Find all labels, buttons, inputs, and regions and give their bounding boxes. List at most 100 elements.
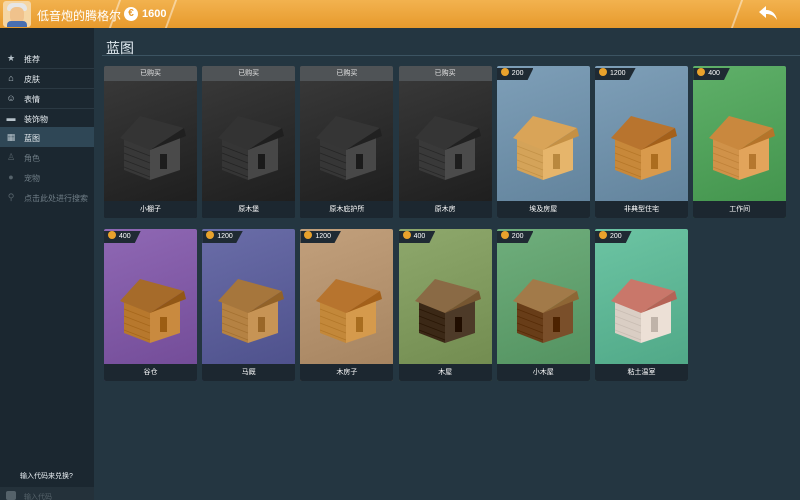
sidebar-item-label: 角色 (24, 154, 40, 163)
blueprint-name: 原木堡 (202, 201, 296, 218)
blueprint-name: 谷仓 (104, 364, 197, 381)
redeem-code-label: 输入代码来兑换? (20, 473, 73, 480)
divider (102, 55, 800, 56)
blueprint-card[interactable]: 400 谷仓 (104, 229, 197, 381)
coin-icon (697, 68, 706, 77)
sofa-icon: ▬ (6, 113, 16, 123)
blueprint-card[interactable]: 1200 马厩 (202, 229, 296, 381)
coin-icon (599, 231, 607, 240)
building-preview-image (120, 279, 186, 343)
back-arrow-icon (759, 6, 777, 20)
blueprint-name: 原木房 (398, 201, 492, 218)
blueprint-name: 粘土温室 (595, 364, 688, 381)
sidebar-search[interactable]: ⚲ 点击此处进行搜索 (0, 187, 94, 207)
sidebar-item-label: 蓝图 (24, 134, 40, 143)
sidebar-item-decorations[interactable]: ▬ 装饰物 (0, 108, 94, 128)
sidebar-item-blueprints[interactable]: ▦ 蓝图 (0, 127, 94, 147)
hanger-icon: ⌂ (8, 73, 14, 83)
price-tag: 400 (104, 231, 141, 243)
blueprint-card[interactable]: 已购买 原木房 (398, 66, 492, 218)
building-preview-image (414, 116, 481, 180)
blueprint-name: 工作间 (693, 201, 787, 218)
blueprint-card[interactable]: 已购买 原木堡 (202, 66, 296, 218)
building-preview-image (611, 279, 677, 343)
back-button[interactable] (740, 0, 800, 28)
blueprint-card[interactable]: 400 木屋 (398, 229, 492, 381)
blueprint-card[interactable]: 已购买 原木庇护所 (300, 66, 394, 218)
sidebar-item-pets[interactable]: ● 宠物 (0, 167, 94, 187)
price-value: 200 (511, 70, 524, 77)
sidebar-item-label: 宠物 (24, 174, 40, 183)
blueprint-card[interactable]: 200 粘土温室 (595, 229, 688, 381)
price-tag: 1200 (300, 231, 341, 243)
coin-icon (599, 68, 607, 77)
coin-balance: 1600 (142, 8, 167, 20)
price-value: 400 (413, 233, 426, 240)
pet-icon: ● (8, 172, 14, 182)
sidebar-item-label: 推荐 (24, 55, 40, 64)
building-preview-image (611, 116, 677, 180)
price-value: 400 (708, 70, 720, 77)
sidebar: ★ 推荐 ⌂ 皮肤 ☺ 表情 ▬ 装饰物 ▦ 蓝图 ♙ 角色 ● 宠物 ⚲ 点击… (0, 28, 94, 500)
search-input[interactable]: 点击此处进行搜索 (24, 193, 88, 204)
blueprint-name: 小木屋 (496, 364, 590, 381)
blueprint-card[interactable]: 已购买 小棚子 (104, 66, 197, 218)
owned-badge: 已购买 (300, 66, 394, 81)
code-input-placeholder: 输入代码 (24, 494, 52, 500)
coin-icon (206, 231, 215, 240)
coin-icon (500, 231, 509, 240)
star-icon: ★ (6, 53, 16, 63)
coin-icon (108, 231, 116, 240)
sidebar-item-skins[interactable]: ⌂ 皮肤 (0, 68, 94, 88)
building-preview-image (709, 116, 776, 180)
blueprint-name: 原木庇护所 (300, 201, 394, 218)
blueprint-card[interactable]: 1200 木房子 (300, 229, 394, 381)
code-icon (6, 491, 16, 500)
sidebar-item-emotes[interactable]: ☺ 表情 (0, 88, 94, 108)
blueprints-panel: 蓝图 已购买 小棚子 已购买 原木堡 已购买 原木庇护所 已购买 原木房 200 埃及房屋 1200… (94, 28, 800, 500)
blueprint-card[interactable]: 200 埃及房屋 (496, 66, 590, 218)
price-tag: 400 (398, 231, 436, 243)
blueprint-name: 埃及房屋 (496, 201, 590, 218)
building-preview-image (414, 279, 481, 343)
blueprint-name: 木房子 (300, 364, 394, 381)
sidebar-item-recommended[interactable]: ★ 推荐 (0, 48, 94, 68)
price-value: 1200 (610, 70, 626, 77)
blueprint-icon: ▦ (6, 132, 16, 142)
building-preview-image (316, 279, 383, 343)
building-preview-image (316, 116, 383, 180)
price-value: 200 (511, 233, 524, 240)
sidebar-item-label: 表情 (24, 95, 40, 104)
building-preview-image (512, 116, 579, 180)
building-preview-image (218, 116, 285, 180)
blueprint-card[interactable]: 200 小木屋 (496, 229, 590, 381)
owned-badge: 已购买 (104, 66, 197, 81)
coin-icon: € (124, 7, 138, 21)
building-preview-image (120, 116, 186, 180)
redeem-code-input[interactable]: 输入代码 (0, 487, 94, 500)
blueprint-name: 木屋 (398, 364, 492, 381)
price-tag: 200 (496, 231, 534, 243)
coin-icon (304, 231, 313, 240)
coin-icon (402, 231, 411, 240)
price-tag: 200 (496, 68, 534, 80)
building-preview-image (512, 279, 579, 343)
price-value: 400 (119, 233, 131, 240)
blueprint-card[interactable]: 1200 非典型住宅 (595, 66, 688, 218)
blueprint-name: 小棚子 (104, 201, 197, 218)
sidebar-item-characters[interactable]: ♙ 角色 (0, 147, 94, 167)
emote-icon: ☺ (6, 93, 16, 103)
coin-icon (500, 68, 509, 77)
owned-badge: 已购买 (202, 66, 296, 81)
player-avatar[interactable] (3, 1, 31, 27)
price-tag: 400 (693, 68, 730, 80)
blueprint-card[interactable]: 400 工作间 (693, 66, 787, 218)
divider (164, 0, 178, 28)
sidebar-item-label: 皮肤 (24, 75, 40, 84)
blueprint-name: 马厩 (202, 364, 296, 381)
search-icon: ⚲ (7, 192, 15, 202)
price-value: 1200 (315, 233, 331, 240)
building-preview-image (218, 279, 285, 343)
price-value: 200 (610, 233, 622, 240)
top-bar: 低音炮的腾格尔 € 1600 (0, 0, 800, 28)
